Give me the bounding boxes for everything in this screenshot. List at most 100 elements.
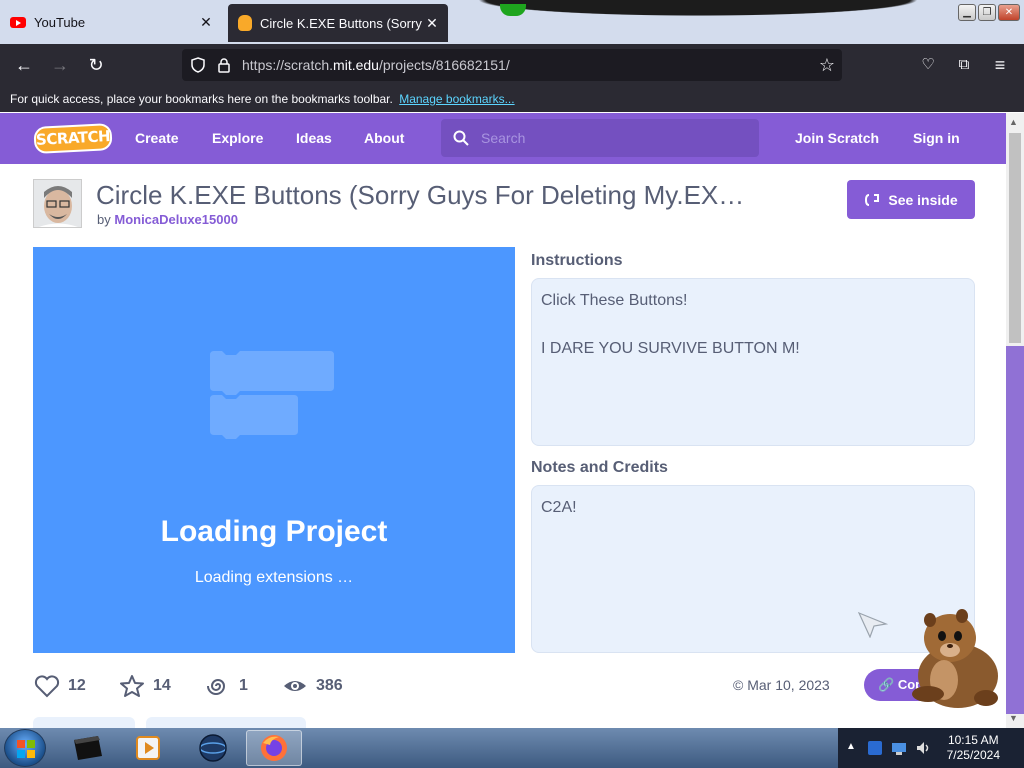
star-icon [120,675,144,697]
by-label: by [97,212,111,227]
maximize-icon[interactable]: ❐ [978,4,996,21]
favorite-count[interactable]: 14 [119,673,171,699]
loading-blocks-icon [210,351,334,439]
love-count-value: 12 [68,677,86,694]
back-icon[interactable]: ← [10,53,38,77]
scratch-logo[interactable]: SCRATCH [33,122,113,155]
window-close-icon[interactable]: ✕ [998,4,1020,21]
tab-youtube[interactable]: YouTube ✕ [0,0,222,44]
loading-status: Loading extensions … [194,569,354,586]
loading-title: Loading Project [160,515,388,548]
lock-icon[interactable] [216,57,232,73]
link-icon: 🔗 [878,677,895,692]
eye-icon [284,681,306,691]
firefox-icon [261,735,287,761]
heart-icon [34,675,60,698]
url-bar[interactable]: https://scratch.mit.edu/projects/8166821… [182,49,842,81]
pocket-icon[interactable]: ♡ [914,53,942,77]
taskbar-app-terminal[interactable] [60,730,116,766]
clock[interactable]: 10:15 AM 7/25/2024 [947,733,1000,763]
close-icon[interactable]: ✕ [422,15,442,32]
see-inside-label: See inside [888,191,958,208]
url-path: /projects/816682151/ [378,57,510,73]
nav-explore[interactable]: Explore [212,113,263,164]
join-scratch-link[interactable]: Join Scratch [795,113,879,164]
nav-about[interactable]: About [364,113,404,164]
nav-create[interactable]: Create [135,113,179,164]
bookmark-star-icon[interactable]: ☆ [812,55,842,76]
project-stage[interactable]: Loading Project Loading extensions … [33,247,515,653]
globe-app-icon [199,734,227,762]
taskbar-app-firefox[interactable] [246,730,302,766]
search-icon [453,130,469,146]
clock-time: 10:15 AM [947,733,999,747]
view-count-value: 386 [316,677,343,694]
windows-logo-icon [17,740,35,758]
mouse-pointer-icon [858,612,888,638]
view-count: 386 [282,673,343,699]
close-icon[interactable]: ✕ [196,14,216,31]
window-controls: ▁ ❐ ✕ [958,4,1020,21]
reload-icon[interactable]: ↻ [82,53,110,77]
see-inside-button[interactable]: See inside [847,180,975,219]
extensions-icon[interactable]: ⧉ [950,53,978,77]
author-link[interactable]: MonicaDeluxe15000 [114,212,238,227]
search-input[interactable]: Search [441,119,759,157]
url-text[interactable]: https://scratch.mit.edu/projects/8166821… [242,57,812,73]
bookmarks-hint: For quick access, place your bookmarks h… [10,92,393,106]
scroll-up-icon[interactable]: ▲ [1009,117,1018,127]
favorite-count-value: 14 [153,677,171,694]
instructions-label: Instructions [531,252,623,269]
project-byline: by MonicaDeluxe15000 [97,212,238,227]
terminal-app-icon [74,736,102,760]
tab-title: YouTube [34,14,86,30]
scrollbar-thumb[interactable] [1009,133,1021,343]
remix-count-value: 1 [239,677,248,694]
forward-icon[interactable]: → [46,53,74,77]
tracking-shield-icon[interactable] [190,57,206,73]
tray-expand-icon[interactable]: ▲ [846,741,856,752]
windows-taskbar: ▲ 10:15 AM 7/25/2024 [0,728,1024,768]
remix-count: 1 [205,673,248,699]
tab-scratch-project[interactable]: Circle K.EXE Buttons (Sorry Guys ✕ [228,4,448,42]
instructions-box: Click These Buttons! I DARE YOU SURVIVE … [531,278,975,446]
volume-icon[interactable] [914,739,932,757]
youtube-icon [10,16,26,28]
bottom-tab[interactable] [33,717,135,728]
project-title: Circle K.EXE Buttons (Sorry Guys For Del… [96,180,745,210]
notes-label: Notes and Credits [531,459,668,476]
scratch-header: SCRATCH Create Explore Ideas About Searc… [0,113,1006,164]
avatar[interactable] [33,179,82,228]
url-domain: mit.edu [333,57,379,73]
bookmarks-toolbar: For quick access, place your bookmarks h… [0,86,1024,112]
tab-title: Circle K.EXE Buttons (Sorry Guys [260,15,422,31]
scratch-favicon-icon [238,15,252,31]
tray-app-icon[interactable] [866,739,884,757]
scroll-down-icon[interactable]: ▼ [1009,713,1018,723]
system-tray: ▲ 10:15 AM 7/25/2024 [838,728,1024,768]
love-count[interactable]: 12 [34,673,86,699]
manage-bookmarks-link[interactable]: Manage bookmarks... [399,92,514,106]
clock-date: 7/25/2024 [946,748,1000,762]
scrollbar-overlay [1006,346,1024,714]
start-button[interactable] [4,729,46,767]
taskbar-app-globe[interactable] [185,730,241,766]
media-player-icon [136,736,160,760]
nav-ideas[interactable]: Ideas [296,113,332,164]
url-prefix: https://scratch. [242,57,334,73]
remix-icon [207,679,226,695]
browser-navbar: ← → ↻ https://scratch.mit.edu/projects/8… [0,44,1024,86]
sign-in-link[interactable]: Sign in [913,113,960,164]
bottom-tab[interactable] [146,717,306,728]
see-inside-icon [865,193,880,206]
avatar-face-icon [34,180,81,227]
page-scrollbar[interactable]: ▲ ▼ [1006,113,1024,728]
network-icon[interactable] [890,739,908,757]
menu-icon[interactable]: ≡ [986,53,1014,77]
shared-date-value: Mar 10, 2023 [747,677,830,693]
browser-tab-strip: YouTube ✕ Circle K.EXE Buttons (Sorry Gu… [0,0,1024,44]
shared-date: © Mar 10, 2023 [733,677,830,693]
minimize-icon[interactable]: ▁ [958,4,976,21]
search-placeholder: Search [481,130,526,146]
taskbar-app-media[interactable] [120,730,176,766]
